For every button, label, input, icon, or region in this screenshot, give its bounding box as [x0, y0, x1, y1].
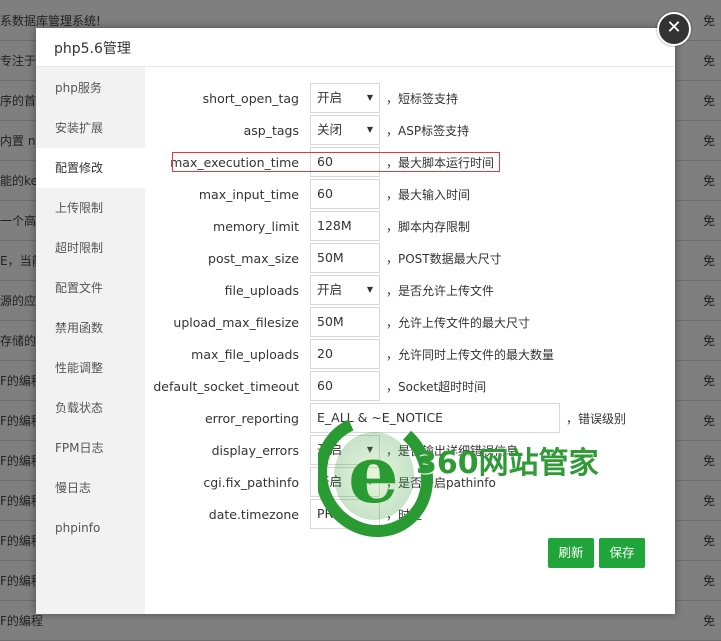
caret-down-icon: ▼: [366, 93, 373, 102]
setting-row: asp_tags 关闭 ▼ ，ASP标签支持: [145, 115, 675, 147]
watermark-letter: e: [348, 427, 399, 521]
setting-row: memory_limit 128M ，脚本内存限制: [145, 211, 675, 243]
setting-label: short_open_tag: [202, 91, 299, 106]
setting-label: asp_tags: [243, 123, 299, 138]
setting-description: ，脚本内存限制: [386, 220, 471, 234]
setting-select-value: 开启: [317, 282, 343, 297]
setting-row: max_input_time 60 ，最大输入时间: [145, 179, 675, 211]
setting-description: ，最大输入时间: [386, 188, 471, 202]
sidebar-item[interactable]: 慢日志: [36, 468, 145, 508]
highlight-annotation-box: [172, 152, 500, 172]
setting-label: memory_limit: [213, 219, 299, 234]
setting-input[interactable]: 20: [310, 339, 380, 369]
setting-description: ，允许同时上传文件的最大数量: [386, 348, 555, 362]
sidebar-item[interactable]: 超时限制: [36, 228, 145, 268]
setting-label: max_file_uploads: [191, 347, 299, 362]
background-row-text: F的编程: [0, 614, 43, 628]
sidebar-item[interactable]: phpinfo: [36, 508, 145, 548]
sidebar-item[interactable]: 负载状态: [36, 388, 145, 428]
setting-row: max_file_uploads 20 ，允许同时上传文件的最大数量: [145, 339, 675, 371]
modal-header: php5.6管理: [36, 28, 675, 67]
modal-sidebar: php服务 安装扩展 配置修改 上传限制 超时限制 配置文件 禁用函数 性能调整 负载状态 FPM…: [36, 67, 145, 614]
sidebar-item[interactable]: php服务: [36, 68, 145, 108]
background-row-right-text: 免: [703, 614, 716, 628]
caret-down-icon: ▼: [366, 285, 373, 294]
setting-label: error_reporting: [204, 411, 299, 426]
setting-label: max_input_time: [198, 187, 299, 202]
sidebar-item[interactable]: 性能调整: [36, 348, 145, 388]
sidebar-item[interactable]: 禁用函数: [36, 308, 145, 348]
setting-row: short_open_tag 开启 ▼ ，短标签支持: [145, 83, 675, 115]
setting-row: post_max_size 50M ，POST数据最大尺寸: [145, 243, 675, 275]
setting-label: upload_max_filesize: [173, 315, 299, 330]
setting-row: upload_max_filesize 50M ，允许上传文件的最大尺寸: [145, 307, 675, 339]
setting-input[interactable]: 50M: [310, 307, 380, 337]
watermark-logo: e 360网站管家: [314, 410, 648, 550]
sidebar-item[interactable]: 配置修改: [36, 148, 145, 188]
caret-down-icon: ▼: [366, 125, 373, 134]
setting-input[interactable]: 50M: [310, 243, 380, 273]
setting-select[interactable]: 开启 ▼: [310, 83, 380, 113]
setting-description: ，是否允许上传文件: [386, 284, 495, 298]
setting-label: file_uploads: [224, 283, 299, 298]
setting-select-value: 开启: [317, 90, 343, 105]
setting-row: default_socket_timeout 60 ，Socket超时时间: [145, 371, 675, 403]
sidebar-item[interactable]: 配置文件: [36, 268, 145, 308]
setting-description: ，Socket超时时间: [386, 380, 487, 394]
setting-label: cgi.fix_pathinfo: [203, 475, 299, 490]
setting-select-value: 关闭: [317, 122, 343, 137]
setting-input[interactable]: 60: [310, 179, 380, 209]
setting-description: ，POST数据最大尺寸: [386, 252, 502, 266]
setting-label: default_socket_timeout: [153, 379, 299, 394]
sidebar-item[interactable]: 上传限制: [36, 188, 145, 228]
sidebar-item[interactable]: 安装扩展: [36, 108, 145, 148]
setting-label: date.timezone: [208, 507, 299, 522]
setting-select[interactable]: 开启 ▼: [310, 275, 380, 305]
close-icon[interactable]: ✕: [657, 12, 691, 46]
modal-title: php5.6管理: [54, 41, 131, 57]
setting-select[interactable]: 关闭 ▼: [310, 115, 380, 145]
setting-label: display_errors: [211, 443, 299, 458]
setting-input[interactable]: 128M: [310, 211, 380, 241]
setting-label: post_max_size: [208, 251, 299, 266]
setting-description: ，短标签支持: [386, 92, 459, 106]
setting-row: file_uploads 开启 ▼ ，是否允许上传文件: [145, 275, 675, 307]
setting-description: ，ASP标签支持: [386, 124, 470, 138]
setting-description: ，允许上传文件的最大尺寸: [386, 316, 531, 330]
sidebar-item[interactable]: FPM日志: [36, 428, 145, 468]
setting-input[interactable]: 60: [310, 371, 380, 401]
watermark-text: 360网站管家: [416, 446, 599, 481]
